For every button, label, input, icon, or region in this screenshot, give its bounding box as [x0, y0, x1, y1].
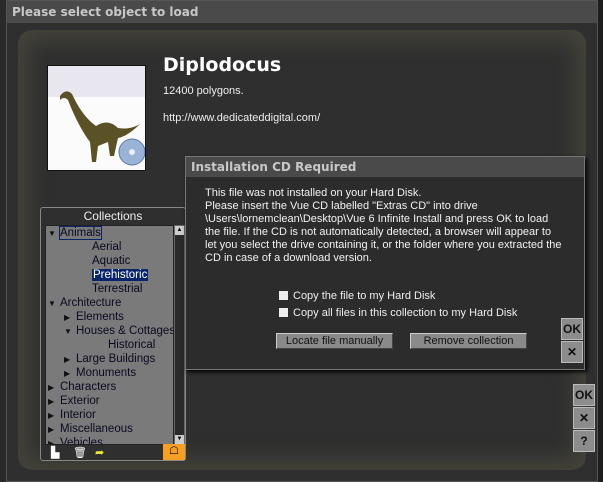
- tree-item[interactable]: Terrestrial: [46, 282, 173, 296]
- tree-item-label: Architecture: [60, 297, 122, 309]
- new-collection-icon[interactable]: ▙: [51, 446, 59, 459]
- dinosaur-image: [60, 91, 146, 166]
- cancel-button[interactable]: ✕: [573, 407, 595, 429]
- tree-item-label: Large Buildings: [76, 353, 156, 365]
- object-thumbnail: [47, 65, 146, 171]
- tree-item[interactable]: ▶ Elements: [46, 310, 173, 324]
- expanded-arrow-icon[interactable]: ▼: [64, 325, 76, 339]
- tree-scrollbar[interactable]: ▲ ▼: [174, 225, 185, 445]
- import-folder-icon[interactable]: ➦: [95, 446, 104, 459]
- tree-item[interactable]: Prehistoric: [46, 268, 173, 282]
- collapsed-arrow-icon[interactable]: ▶: [48, 437, 60, 444]
- polygon-count: 12400 polygons.: [163, 85, 244, 97]
- tree-item[interactable]: ▶ Large Buildings: [46, 352, 173, 366]
- dialog-title: Installation CD Required: [186, 157, 584, 177]
- tree-item[interactable]: ▼ Architecture: [46, 296, 173, 310]
- installation-cd-dialog: Installation CD Required This file was n…: [185, 156, 585, 370]
- collapsed-arrow-icon[interactable]: ▶: [48, 409, 60, 423]
- tree-item-label: Miscellaneous: [60, 423, 133, 435]
- object-url[interactable]: http://www.dedicateddigital.com/: [163, 112, 320, 124]
- help-button[interactable]: ?: [573, 430, 595, 452]
- remove-collection-button[interactable]: Remove collection: [410, 333, 527, 349]
- tree-item[interactable]: Aquatic: [46, 254, 173, 268]
- tree-item-label: Monuments: [76, 367, 137, 379]
- tree-item-label: Prehistoric: [92, 269, 149, 281]
- tree-item[interactable]: ▶ Interior: [46, 408, 173, 422]
- tree-item-label: Interior: [60, 409, 96, 421]
- tree-item-label: Aquatic: [92, 255, 131, 267]
- window-title: Please select object to load: [7, 1, 597, 23]
- copy-all-checkbox[interactable]: Copy all files in this collection to my …: [279, 307, 517, 319]
- expanded-arrow-icon[interactable]: ▼: [48, 227, 60, 241]
- tree-item-label: Terrestrial: [92, 283, 143, 295]
- dialog-cancel-button[interactable]: ✕: [561, 341, 583, 363]
- collections-panel: Collections ▼ Animals Aerial Aquatic Prehist…: [40, 207, 186, 461]
- dialog-ok-button[interactable]: OK: [561, 318, 583, 340]
- tree-item-label: Exterior: [60, 395, 100, 407]
- collections-header: Collections: [83, 209, 143, 223]
- tree-item-label: Elements: [76, 311, 124, 323]
- tree-item-label: Characters: [60, 381, 117, 393]
- ok-button[interactable]: OK: [573, 384, 595, 406]
- tree-item-label: Animals: [59, 226, 102, 240]
- tree-item-label: Aerial: [92, 241, 122, 253]
- trash-icon[interactable]: 🗑: [73, 446, 87, 459]
- tree-item[interactable]: ▼ Animals: [46, 226, 173, 240]
- locate-file-button[interactable]: Locate file manually: [276, 333, 393, 349]
- tree-item[interactable]: Historical: [46, 338, 173, 352]
- scroll-up-icon[interactable]: ▲: [175, 226, 184, 235]
- collapsed-arrow-icon[interactable]: ▶: [48, 381, 60, 395]
- tree-item[interactable]: ▶ Miscellaneous: [46, 422, 173, 436]
- collapsed-arrow-icon[interactable]: ▶: [48, 423, 60, 437]
- dialog-message: This file was not installed on your Hard…: [205, 187, 562, 264]
- tree-item-label: Historical: [108, 339, 156, 351]
- expanded-arrow-icon[interactable]: ▼: [48, 297, 60, 311]
- collapsed-arrow-icon[interactable]: ▶: [64, 311, 76, 325]
- tree-item-label: Houses & Cottages: [76, 325, 174, 337]
- scroll-down-icon[interactable]: ▼: [175, 435, 184, 444]
- ghost-icon[interactable]: ☖: [163, 444, 185, 460]
- collapsed-arrow-icon[interactable]: ▶: [48, 395, 60, 409]
- tree-item-label: Vehicles: [60, 437, 103, 445]
- object-name: Diplodocus: [163, 54, 282, 76]
- tree-item[interactable]: ▶ Vehicles: [46, 436, 173, 445]
- tree-item[interactable]: ▼ Houses & Cottages: [46, 324, 173, 338]
- tree-item[interactable]: Aerial: [46, 240, 173, 254]
- collections-tree[interactable]: ▼ Animals Aerial Aquatic Prehistoric Terrestr…: [45, 225, 174, 445]
- collapsed-arrow-icon[interactable]: ▶: [64, 353, 76, 367]
- collapsed-arrow-icon[interactable]: ▶: [64, 367, 76, 381]
- tree-item[interactable]: ▶ Monuments: [46, 366, 173, 380]
- copy-file-checkbox[interactable]: Copy the file to my Hard Disk: [279, 290, 435, 302]
- tree-item[interactable]: ▶ Characters: [46, 380, 173, 394]
- tree-item[interactable]: ▶ Exterior: [46, 394, 173, 408]
